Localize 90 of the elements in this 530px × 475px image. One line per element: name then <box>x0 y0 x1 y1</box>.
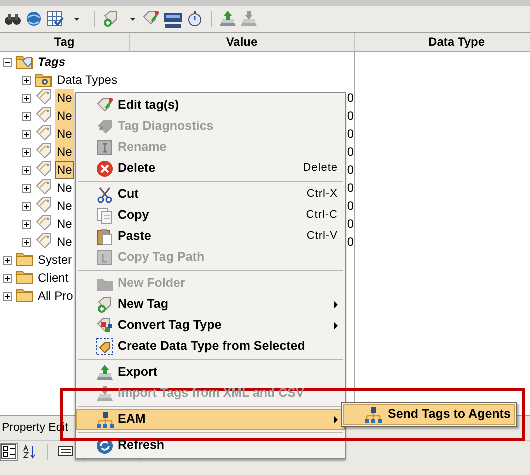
tree-item[interactable]: Ne <box>55 89 74 107</box>
expand-icon[interactable] <box>22 94 31 102</box>
tag-icon <box>35 215 53 233</box>
value-cell: 0 <box>347 199 354 213</box>
menu-item[interactable]: Paste Ctrl-V <box>76 226 345 247</box>
globe-icon[interactable] <box>25 10 43 28</box>
menu-item[interactable]: Export <box>76 362 345 383</box>
export-icon <box>96 364 114 382</box>
value-cell: 0 <box>347 109 354 123</box>
submenu-arrow-icon <box>334 300 338 308</box>
expand-icon[interactable] <box>22 202 31 210</box>
tree-item[interactable]: Ne <box>55 161 74 179</box>
hierarchy-icon <box>96 410 114 428</box>
convert-icon <box>96 316 114 334</box>
hierarchy-icon <box>364 406 382 424</box>
value-cell: 0 <box>347 127 354 141</box>
value-cell: 0 <box>347 217 354 231</box>
categorized-icon[interactable] <box>1 444 17 460</box>
copy-icon <box>96 206 114 224</box>
menu-item[interactable]: Convert Tag Type <box>76 315 345 336</box>
tag-icon <box>35 125 53 143</box>
expand-icon[interactable] <box>3 292 12 300</box>
expand-icon[interactable] <box>22 76 31 84</box>
tag-icon <box>35 143 53 161</box>
menu-item[interactable]: Edit tag(s) <box>76 95 345 116</box>
rename-icon <box>96 138 114 156</box>
grid-check-icon[interactable] <box>46 10 64 28</box>
expand-icon[interactable] <box>22 238 31 246</box>
stopwatch-icon[interactable] <box>186 10 204 28</box>
tree-item[interactable]: Ne <box>55 233 74 251</box>
delete-icon <box>96 160 114 178</box>
shortcut-label: Ctrl-V <box>306 229 338 244</box>
expand-icon[interactable] <box>22 148 31 156</box>
value-cell: 0 <box>347 235 354 249</box>
expand-icon[interactable] <box>22 112 31 120</box>
tree-item[interactable]: Ne <box>55 125 74 143</box>
value-cell: 0 <box>347 181 354 195</box>
copy-path-icon <box>96 248 114 266</box>
sort-az-icon[interactable] <box>23 444 37 460</box>
column-header[interactable]: Data Type <box>355 33 530 51</box>
tree-item[interactable]: Ne <box>55 215 74 233</box>
collapse-icon[interactable] <box>3 58 12 66</box>
column-header[interactable]: Value <box>130 33 355 51</box>
menu-item[interactable]: New Tag <box>76 294 345 315</box>
tag-icon <box>35 89 53 107</box>
menu-item[interactable]: Cut Ctrl-X <box>76 184 345 205</box>
tree-item[interactable]: Ne <box>55 179 74 197</box>
tree-item[interactable]: Ne <box>55 197 74 215</box>
expand-icon[interactable] <box>22 184 31 192</box>
clipboard-icon <box>96 228 114 246</box>
expand-icon[interactable] <box>3 256 12 264</box>
tag-edit-icon <box>96 96 114 114</box>
tag-icon <box>35 161 53 179</box>
value-cell: 0 <box>347 163 354 177</box>
submenu-arrow-icon <box>334 322 338 330</box>
tag-icon <box>96 118 114 136</box>
export-icon[interactable] <box>219 10 237 28</box>
shortcut-label: Delete <box>303 161 338 176</box>
tree-item[interactable]: Client <box>36 269 71 287</box>
tag-add-icon <box>96 296 114 314</box>
tag-add-icon[interactable] <box>102 10 120 28</box>
tree-item[interactable]: Ne <box>55 107 74 125</box>
expand-icon[interactable] <box>3 274 12 282</box>
expand-icon[interactable] <box>22 130 31 138</box>
caret-icon[interactable] <box>129 16 137 22</box>
column-header[interactable]: Tag <box>0 33 130 51</box>
value-cell: 0 <box>347 145 354 159</box>
menu-item[interactable]: Send Tags to Agents <box>343 404 515 425</box>
tree-item[interactable]: Data Types <box>55 71 120 89</box>
tag-icon <box>35 107 53 125</box>
scissors-icon <box>96 186 114 204</box>
menu-item[interactable]: Copy Ctrl-C <box>76 205 345 226</box>
menu-item[interactable]: Create Data Type from Selected <box>76 336 345 357</box>
expand-icon[interactable] <box>22 166 31 174</box>
import-icon <box>96 384 114 402</box>
expand-icon[interactable] <box>22 220 31 228</box>
value-cell: 0 <box>347 91 354 105</box>
tree-item[interactable]: All Pro <box>36 287 76 305</box>
tag-icon <box>35 233 53 251</box>
menu-item[interactable]: Delete Delete <box>76 158 345 179</box>
tag-icon <box>35 197 53 215</box>
shortcut-label: Ctrl-C <box>306 208 338 224</box>
menu-item[interactable]: EAM <box>76 409 345 430</box>
tree-item[interactable]: Tags <box>36 53 68 71</box>
create-type-icon <box>96 338 114 356</box>
caret-icon[interactable] <box>73 16 81 22</box>
tree-item[interactable]: Syster <box>36 251 74 269</box>
shortcut-label: Ctrl-X <box>306 187 338 202</box>
tree-item[interactable]: Ne <box>55 143 74 161</box>
tag-icon <box>35 179 53 197</box>
